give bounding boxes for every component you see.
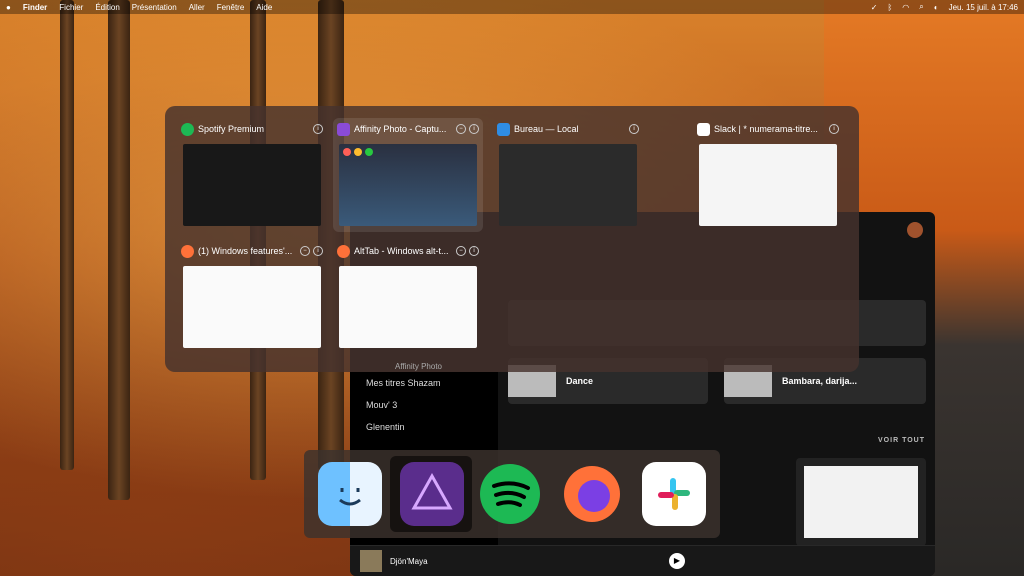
menu-app-finder[interactable]: Finder bbox=[23, 3, 47, 12]
window-preview bbox=[339, 266, 477, 348]
tile-title: (1) Windows features'... − i bbox=[181, 242, 323, 260]
tile-title: Affinity Photo - Captu... − i bbox=[337, 120, 479, 138]
card-label: Bambara, darija... bbox=[782, 376, 858, 386]
info-icon[interactable]: i bbox=[313, 124, 323, 134]
window-tile[interactable]: (1) Windows features'... − i bbox=[177, 240, 327, 354]
playlist-item[interactable]: Mes titres Shazam bbox=[350, 372, 498, 394]
window-preview bbox=[699, 144, 837, 226]
tile-label: AltTab - Windows alt-t... bbox=[354, 246, 449, 256]
card-label: Dance bbox=[566, 376, 594, 386]
menu-aller[interactable]: Aller bbox=[189, 3, 205, 12]
avatar[interactable] bbox=[907, 222, 923, 238]
zoom-icon[interactable] bbox=[365, 148, 373, 156]
slack-icon bbox=[697, 122, 710, 136]
tile-label: Spotify Premium bbox=[198, 124, 265, 134]
info-icon[interactable]: i bbox=[313, 246, 323, 256]
search-icon[interactable]: ⌕ bbox=[919, 2, 923, 12]
app-switcher bbox=[304, 450, 720, 538]
finder-icon bbox=[497, 122, 510, 136]
close-icon[interactable] bbox=[343, 148, 351, 156]
menu-aide[interactable]: Aide bbox=[256, 3, 272, 12]
menu-fenetre[interactable]: Fenêtre bbox=[217, 3, 245, 12]
affinity-photo-icon bbox=[337, 122, 350, 136]
apple-menu-icon[interactable]: ● bbox=[6, 3, 11, 12]
tree-trunk bbox=[108, 0, 130, 500]
minimize-window-icon[interactable] bbox=[354, 148, 362, 156]
info-icon[interactable]: i bbox=[629, 124, 639, 134]
firefox-icon[interactable] bbox=[560, 462, 624, 526]
window-tile[interactable]: Slack | * numerama-titre... i bbox=[693, 118, 843, 232]
control-center-icon[interactable]: ◐ bbox=[934, 3, 939, 12]
minimize-icon[interactable]: − bbox=[300, 246, 310, 256]
album-art bbox=[360, 550, 382, 572]
window-preview bbox=[339, 144, 477, 226]
tree-trunk bbox=[60, 0, 74, 470]
info-icon[interactable]: i bbox=[829, 124, 839, 134]
tile-title: Spotify Premium i bbox=[181, 120, 323, 138]
tile-title: Bureau — Local i bbox=[497, 120, 639, 138]
spotify-icon bbox=[181, 122, 194, 136]
tile-label: Slack | * numerama-titre... bbox=[714, 124, 818, 134]
menu-edition[interactable]: Édition bbox=[95, 3, 119, 12]
firefox-icon bbox=[337, 244, 350, 258]
window-preview bbox=[499, 144, 637, 226]
tile-label: Bureau — Local bbox=[514, 124, 579, 134]
tile-label: Affinity Photo - Captu... bbox=[354, 124, 447, 134]
menu-bar: ● Finder Fichier Édition Présentation Al… bbox=[0, 0, 1024, 14]
window-preview bbox=[183, 266, 321, 348]
tile-title: Slack | * numerama-titre... i bbox=[697, 120, 839, 138]
bluetooth-icon[interactable]: ᛒ bbox=[887, 3, 892, 12]
menu-fichier[interactable]: Fichier bbox=[59, 3, 83, 12]
window-tile-selected[interactable]: Affinity Photo - Captu... − i bbox=[333, 118, 483, 232]
playlist-item[interactable]: Glenentin bbox=[350, 416, 498, 438]
voir-tout-link[interactable]: VOIR TOUT bbox=[878, 437, 925, 444]
firefox-icon bbox=[181, 244, 194, 258]
status-check-icon[interactable]: ✓ bbox=[871, 3, 878, 12]
window-tile[interactable]: Bureau — Local i bbox=[493, 118, 643, 232]
podcast-card[interactable] bbox=[796, 458, 926, 546]
window-tile[interactable]: Spotify Premium i bbox=[177, 118, 327, 232]
wifi-icon[interactable]: ◠ bbox=[902, 3, 909, 12]
playlist-item[interactable]: Mouv' 3 bbox=[350, 394, 498, 416]
menu-presentation[interactable]: Présentation bbox=[132, 3, 177, 12]
tile-label: (1) Windows features'... bbox=[198, 246, 293, 256]
minimize-icon[interactable]: − bbox=[456, 246, 466, 256]
info-icon[interactable]: i bbox=[469, 246, 479, 256]
info-icon[interactable]: i bbox=[469, 124, 479, 134]
play-button[interactable]: ▶ bbox=[669, 553, 685, 569]
menubar-clock[interactable]: Jeu. 15 juil. à 17:46 bbox=[949, 3, 1018, 12]
player-bar: Djön'Maya ▶ bbox=[350, 545, 935, 576]
spotify-icon[interactable] bbox=[478, 462, 542, 526]
window-tile[interactable]: AltTab - Windows alt-t... − i bbox=[333, 240, 483, 354]
alttab-switcher: Spotify Premium i Affinity Photo - Captu… bbox=[165, 106, 859, 372]
hover-label: Affinity Photo bbox=[395, 362, 442, 371]
window-preview bbox=[183, 144, 321, 226]
now-playing-title[interactable]: Djön'Maya bbox=[390, 557, 428, 566]
finder-icon[interactable] bbox=[318, 462, 382, 526]
tile-title: AltTab - Windows alt-t... − i bbox=[337, 242, 479, 260]
slack-icon[interactable] bbox=[642, 462, 706, 526]
podcast-cover bbox=[804, 466, 918, 538]
affinity-photo-icon[interactable] bbox=[400, 462, 464, 526]
minimize-icon[interactable]: − bbox=[456, 124, 466, 134]
